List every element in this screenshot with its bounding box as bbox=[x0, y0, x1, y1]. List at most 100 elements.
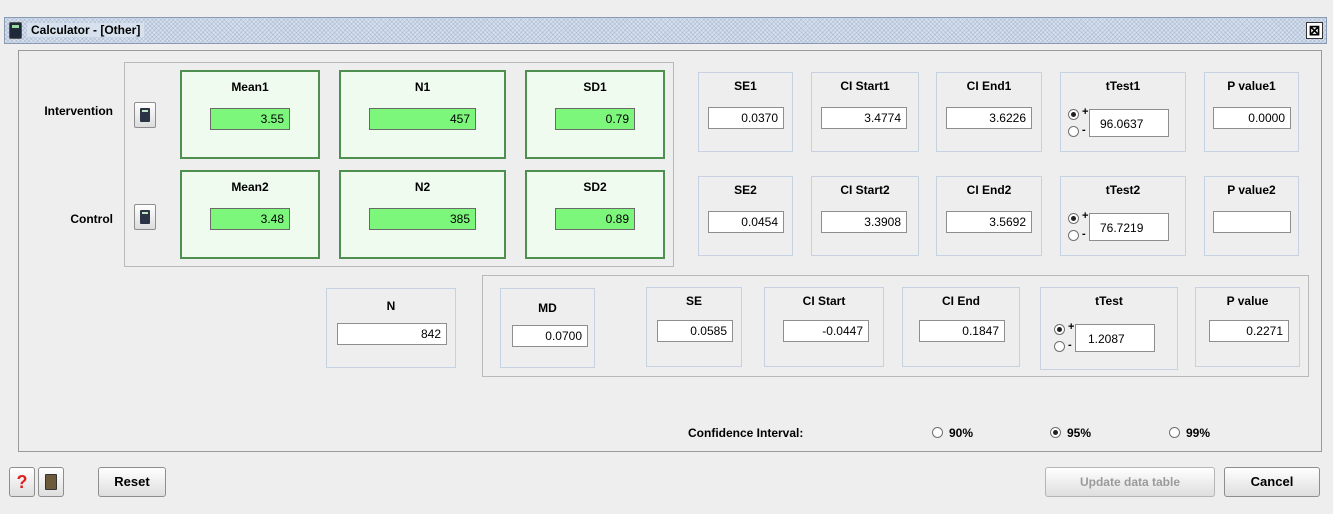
ci-start-label: CI Start bbox=[802, 294, 846, 308]
n2-input[interactable]: 385 bbox=[369, 208, 476, 230]
ci-end1-field[interactable]: 3.6226 bbox=[946, 107, 1032, 129]
calculator-icon bbox=[140, 108, 150, 122]
ci-end-label: CI End bbox=[942, 294, 980, 308]
ci-end2-box: CI End2 3.5692 bbox=[936, 176, 1042, 256]
ttest1-minus-radio[interactable] bbox=[1068, 126, 1079, 137]
ttest2-label: tTest2 bbox=[1105, 183, 1141, 197]
ttest2-minus-sign: - bbox=[1082, 228, 1086, 240]
n-total-field[interactable]: 842 bbox=[337, 323, 447, 345]
ttest1-minus-sign: - bbox=[1082, 124, 1086, 136]
ci-start1-label: CI Start1 bbox=[840, 79, 890, 93]
ci-start2-label: CI Start2 bbox=[840, 183, 890, 197]
help-button[interactable]: ? bbox=[9, 467, 35, 497]
ttest1-plus-radio[interactable] bbox=[1068, 109, 1079, 120]
ttest2-box: tTest2 + - 76.7219 bbox=[1060, 176, 1186, 256]
mean1-input[interactable]: 3.55 bbox=[210, 108, 290, 130]
mean1-label: Mean1 bbox=[231, 80, 269, 94]
pvalue-box: P value 0.2271 bbox=[1195, 287, 1300, 367]
calculator-icon bbox=[140, 210, 150, 224]
n-total-label: N bbox=[386, 299, 396, 313]
md-label: MD bbox=[538, 301, 557, 315]
ci-end-field[interactable]: 0.1847 bbox=[919, 320, 1005, 342]
reset-button[interactable]: Reset bbox=[98, 467, 166, 497]
ttest2-plus-radio[interactable] bbox=[1068, 213, 1079, 224]
control-label: Control bbox=[70, 212, 113, 226]
pvalue-field[interactable]: 0.2271 bbox=[1209, 320, 1289, 342]
n-total-box: N 842 bbox=[326, 288, 456, 368]
pvalue2-label: P value2 bbox=[1227, 183, 1276, 197]
se2-box: SE2 0.0454 bbox=[698, 176, 793, 256]
mean2-box: Mean2 3.48 bbox=[180, 170, 320, 259]
md-field[interactable]: 0.0700 bbox=[512, 325, 588, 347]
sd1-input[interactable]: 0.79 bbox=[555, 108, 635, 130]
ci-99-label[interactable]: 99% bbox=[1186, 426, 1210, 440]
ttest1-box: tTest1 + - 96.0637 bbox=[1060, 72, 1186, 152]
ci-start-field[interactable]: -0.0447 bbox=[783, 320, 869, 342]
se-field[interactable]: 0.0585 bbox=[657, 320, 733, 342]
ttest-plus-radio[interactable] bbox=[1054, 324, 1065, 335]
book-icon bbox=[45, 474, 57, 490]
sd1-label: SD1 bbox=[583, 80, 607, 94]
ttest-minus-radio[interactable] bbox=[1054, 341, 1065, 352]
totals-group bbox=[482, 275, 1309, 377]
ttest1-label: tTest1 bbox=[1105, 79, 1141, 93]
se1-box: SE1 0.0370 bbox=[698, 72, 793, 152]
n1-input[interactable]: 457 bbox=[369, 108, 476, 130]
ttest-box: tTest + - 1.2087 bbox=[1040, 287, 1178, 370]
window-title: Calculator - [Other] bbox=[27, 23, 145, 37]
ttest-plus-sign: + bbox=[1068, 321, 1075, 333]
ttest1-field[interactable]: 96.0637 bbox=[1089, 109, 1169, 137]
ttest-label: tTest bbox=[1095, 294, 1123, 308]
pvalue-label: P value bbox=[1226, 294, 1269, 308]
se2-label: SE2 bbox=[734, 183, 757, 197]
ci-95-label[interactable]: 95% bbox=[1067, 426, 1091, 440]
ci-95-radio[interactable] bbox=[1050, 427, 1061, 438]
title-bar[interactable]: Calculator - [Other] ⊠ bbox=[4, 17, 1327, 44]
ci-90-label[interactable]: 90% bbox=[949, 426, 973, 440]
ci-start2-box: CI Start2 3.3908 bbox=[811, 176, 919, 256]
md-box: MD 0.0700 bbox=[500, 288, 595, 368]
n2-label: N2 bbox=[414, 180, 431, 194]
ci-end2-label: CI End2 bbox=[966, 183, 1012, 197]
cancel-button[interactable]: Cancel bbox=[1224, 467, 1320, 497]
update-data-table-button[interactable]: Update data table bbox=[1045, 467, 1215, 497]
n2-box: N2 385 bbox=[339, 170, 506, 259]
pvalue1-label: P value1 bbox=[1227, 79, 1276, 93]
ci-end1-box: CI End1 3.6226 bbox=[936, 72, 1042, 152]
ttest2-field[interactable]: 76.7219 bbox=[1089, 213, 1169, 241]
calculator-app-icon bbox=[9, 22, 22, 39]
se-box: SE 0.0585 bbox=[646, 287, 742, 367]
close-window-button[interactable]: ⊠ bbox=[1306, 22, 1323, 39]
ttest-minus-sign: - bbox=[1068, 339, 1072, 351]
sd2-box: SD2 0.89 bbox=[525, 170, 665, 259]
ci-99-radio[interactable] bbox=[1169, 427, 1180, 438]
intervention-calculator-button[interactable] bbox=[134, 102, 156, 128]
ttest-field[interactable]: 1.2087 bbox=[1075, 324, 1155, 352]
ttest2-minus-radio[interactable] bbox=[1068, 230, 1079, 241]
pvalue1-box: P value1 0.0000 bbox=[1204, 72, 1299, 152]
control-calculator-button[interactable] bbox=[134, 204, 156, 230]
ci-end2-field[interactable]: 3.5692 bbox=[946, 211, 1032, 233]
sd2-input[interactable]: 0.89 bbox=[555, 208, 635, 230]
ci-start1-box: CI Start1 3.4774 bbox=[811, 72, 919, 152]
ci-end-box: CI End 0.1847 bbox=[902, 287, 1020, 367]
ttest1-plus-sign: + bbox=[1082, 106, 1089, 118]
confidence-interval-label: Confidence Interval: bbox=[688, 426, 804, 440]
pvalue2-box: P value2 bbox=[1204, 176, 1299, 256]
book-button[interactable] bbox=[38, 467, 64, 497]
pvalue1-field[interactable]: 0.0000 bbox=[1213, 107, 1291, 129]
sd2-label: SD2 bbox=[583, 180, 607, 194]
pvalue2-field[interactable] bbox=[1213, 211, 1291, 233]
mean2-input[interactable]: 3.48 bbox=[210, 208, 290, 230]
se1-label: SE1 bbox=[734, 79, 757, 93]
n1-box: N1 457 bbox=[339, 70, 506, 159]
ttest2-plus-sign: + bbox=[1082, 210, 1089, 222]
sd1-box: SD1 0.79 bbox=[525, 70, 665, 159]
ci-start1-field[interactable]: 3.4774 bbox=[821, 107, 907, 129]
se2-field[interactable]: 0.0454 bbox=[708, 211, 784, 233]
se1-field[interactable]: 0.0370 bbox=[708, 107, 784, 129]
mean1-box: Mean1 3.55 bbox=[180, 70, 320, 159]
ci-90-radio[interactable] bbox=[932, 427, 943, 438]
ci-end1-label: CI End1 bbox=[966, 79, 1012, 93]
ci-start2-field[interactable]: 3.3908 bbox=[821, 211, 907, 233]
